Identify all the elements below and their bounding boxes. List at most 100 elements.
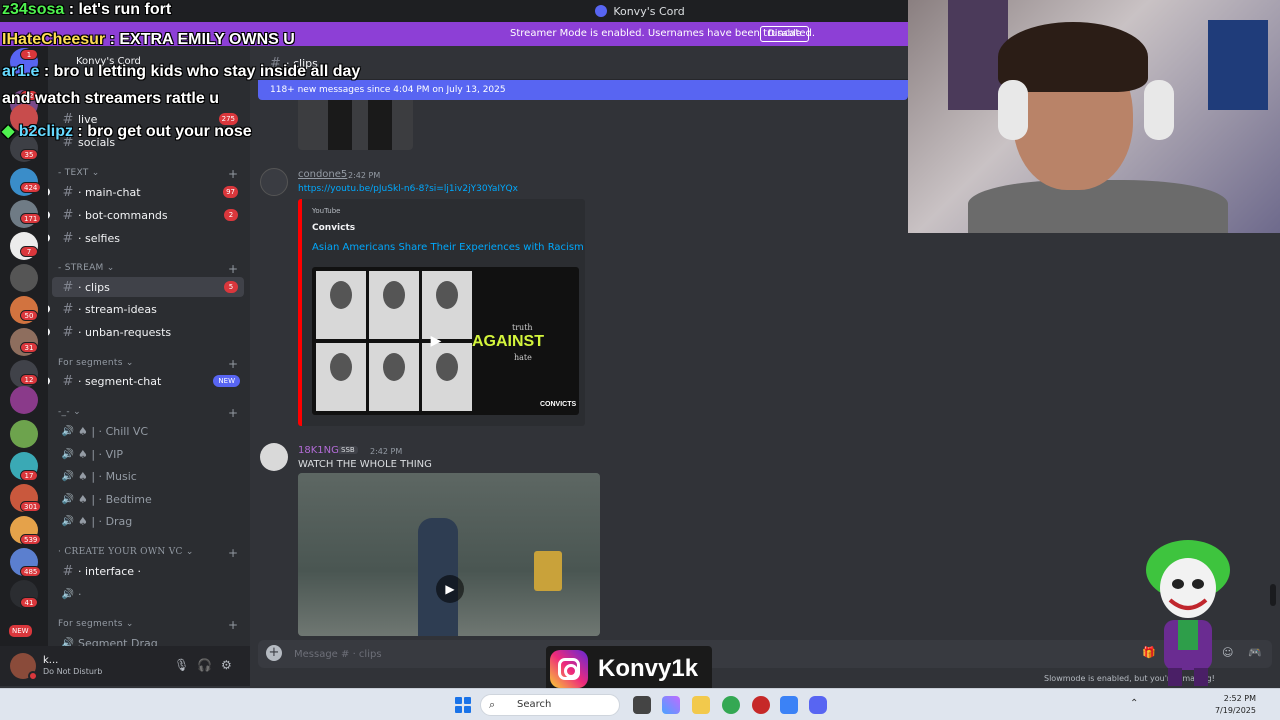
channel-stream-ideas[interactable]: # · stream-ideas (52, 299, 244, 319)
voice-channel-bedtime[interactable]: 🔊 ♠ | · Bedtime (52, 489, 244, 509)
previous-image-attachment[interactable] (298, 100, 413, 150)
headphones-right (1144, 80, 1174, 140)
message-author[interactable]: 18K1NG (298, 445, 339, 456)
voice-channel-chill-vc[interactable]: 🔊 ♠ | · Chill VC (52, 421, 244, 441)
hash-icon: # (62, 279, 74, 295)
voice-channel-vip[interactable]: 🔊 ♠ | · VIP (52, 444, 244, 464)
app-icon[interactable] (780, 696, 798, 714)
gear-icon[interactable]: ⚙ (221, 658, 232, 672)
app-icon[interactable] (752, 696, 770, 714)
server-badge: 485 (20, 566, 42, 577)
headphones-left (998, 80, 1028, 140)
clock-time: 2:52 PM (1223, 694, 1256, 703)
taskbar-search[interactable]: ⌕ Search (480, 694, 620, 716)
play-icon[interactable]: ▶ (422, 327, 450, 355)
message-avatar[interactable] (260, 168, 288, 196)
task-view-icon[interactable] (633, 696, 651, 714)
channel-clips[interactable]: # · clips 5 (52, 277, 244, 297)
window-title: Konvy's Cord (613, 4, 685, 18)
headphones-icon[interactable]: 🎧 (197, 658, 212, 672)
overlay-chat-message: IHateCheesur : EXTRA EMILY OWNS U (2, 31, 295, 48)
overlay-text: EXTRA EMILY OWNS U (119, 31, 295, 48)
message-author[interactable]: condone5 (298, 169, 347, 180)
mention-badge: 5 (224, 281, 238, 293)
channel-unban-requests[interactable]: # · unban-requests (52, 322, 244, 342)
category-segments[interactable]: For segments ⌄ + (58, 357, 238, 371)
server-badge: 7 (20, 246, 38, 257)
hash-icon: # (62, 301, 74, 317)
speaker-icon: 🔊 (61, 493, 75, 505)
microphone-icon[interactable]: 🎙 (174, 658, 189, 672)
add-channel-icon[interactable]: + (228, 262, 238, 276)
embed-title[interactable]: Asian Americans Share Their Experiences … (312, 242, 584, 253)
new-badge: NEW (213, 375, 240, 387)
speaker-icon: 🔊 (61, 448, 75, 460)
add-channel-icon[interactable]: + (228, 406, 238, 420)
new-messages-bar[interactable]: 118+ new messages since 4:04 PM on July … (258, 80, 908, 100)
channel-name: · clips (78, 280, 110, 294)
category-misc[interactable]: -_- ⌄ + (58, 406, 238, 420)
voice-channel-drag[interactable]: 🔊 ♠ | · Drag (52, 511, 244, 531)
message-timestamp: 2:42 PM (370, 447, 403, 456)
voice-channel-music[interactable]: 🔊 ♠ | · Music (52, 466, 244, 486)
chat-scrollbar[interactable] (1270, 584, 1276, 606)
channel-name: Segment Drag (78, 636, 158, 647)
overlay-chat-message: and watch streamers rattle u (2, 90, 219, 108)
server-icon[interactable] (10, 264, 38, 292)
discord-logo-icon (595, 5, 608, 17)
disable-streamer-mode-button[interactable]: Disable (760, 26, 810, 42)
joker-sticker (1146, 540, 1230, 686)
channel-name: · main-chat (78, 185, 141, 199)
add-channel-icon[interactable]: + (228, 357, 238, 371)
message-link[interactable]: https://youtu.be/pJuSkl-n6-8?si=lj1iv2jY… (298, 184, 518, 194)
video-attachment[interactable]: ▶ (298, 473, 600, 636)
thumbnail-face (369, 343, 419, 411)
unread-indicator (48, 377, 50, 385)
unread-indicator (48, 188, 50, 196)
embed-provider: YouTube (312, 207, 341, 215)
channel-name: · (78, 587, 82, 601)
webcam-shirt (968, 180, 1228, 233)
server-badge: 1 (20, 49, 38, 60)
add-attachment-icon[interactable]: + (266, 645, 282, 661)
channel-interface[interactable]: # · interface · (52, 561, 244, 581)
category-stream[interactable]: - STREAM ⌄ + (58, 262, 238, 276)
speaker-icon: 🔊 (61, 425, 75, 437)
game-controller-icon[interactable]: 🎮 (1248, 646, 1262, 659)
thumbnail-brand: CONVICTS (540, 401, 577, 408)
category-create-vc[interactable]: · CREATE YOUR OWN VC ⌄ + (58, 546, 238, 560)
file-explorer-icon[interactable] (692, 696, 710, 714)
channel-segment-chat[interactable]: # · segment-chat NEW (52, 371, 244, 391)
windows-start-icon[interactable] (455, 697, 471, 713)
overlay-username: ar1.e (2, 63, 40, 80)
category-segments-2[interactable]: For segments ⌄ + (58, 618, 238, 632)
tray-chevron-icon[interactable]: ⌃ (1130, 698, 1138, 709)
server-icon[interactable] (10, 420, 38, 448)
voice-channel-create[interactable]: 🔊 · (52, 584, 244, 604)
category-label: TEXT (64, 168, 89, 178)
channel-bot-commands[interactable]: # · bot-commands 2 (52, 205, 244, 225)
voice-channel-segment-drag[interactable]: 🔊 Segment Drag (52, 633, 244, 647)
instagram-handle: Konvy1k (598, 655, 699, 682)
chrome-icon[interactable] (722, 696, 740, 714)
overlay-chat-message: z34sosa : let's run fort (2, 1, 172, 18)
mention-badge: 97 (223, 186, 238, 198)
embed-author[interactable]: Convicts (312, 223, 355, 233)
server-badge: 31 (20, 342, 38, 353)
add-channel-icon[interactable]: + (228, 618, 238, 632)
category-label: CREATE YOUR OWN VC (64, 547, 183, 557)
embed-thumbnail[interactable]: truth AGAINST hate CONVICTS ▶ (312, 267, 579, 415)
channel-main-chat[interactable]: # · main-chat 97 (52, 182, 244, 202)
taskbar-clock[interactable]: 2:52 PM 7/19/2025 (1196, 693, 1256, 717)
play-icon[interactable]: ▶ (436, 575, 464, 603)
message-avatar[interactable] (260, 443, 288, 471)
discord-taskbar-icon[interactable] (809, 696, 827, 714)
add-channel-icon[interactable]: + (228, 167, 238, 181)
overlay-text: bro u letting kids who stay inside all d… (53, 63, 361, 80)
add-channel-icon[interactable]: + (228, 546, 238, 560)
category-text[interactable]: - TEXT ⌄ + (58, 167, 238, 181)
new-servers-badge[interactable]: NEW (8, 624, 33, 638)
copilot-icon[interactable] (662, 696, 680, 714)
channel-selfies[interactable]: # · selfies (52, 228, 244, 248)
server-icon[interactable] (10, 386, 38, 414)
